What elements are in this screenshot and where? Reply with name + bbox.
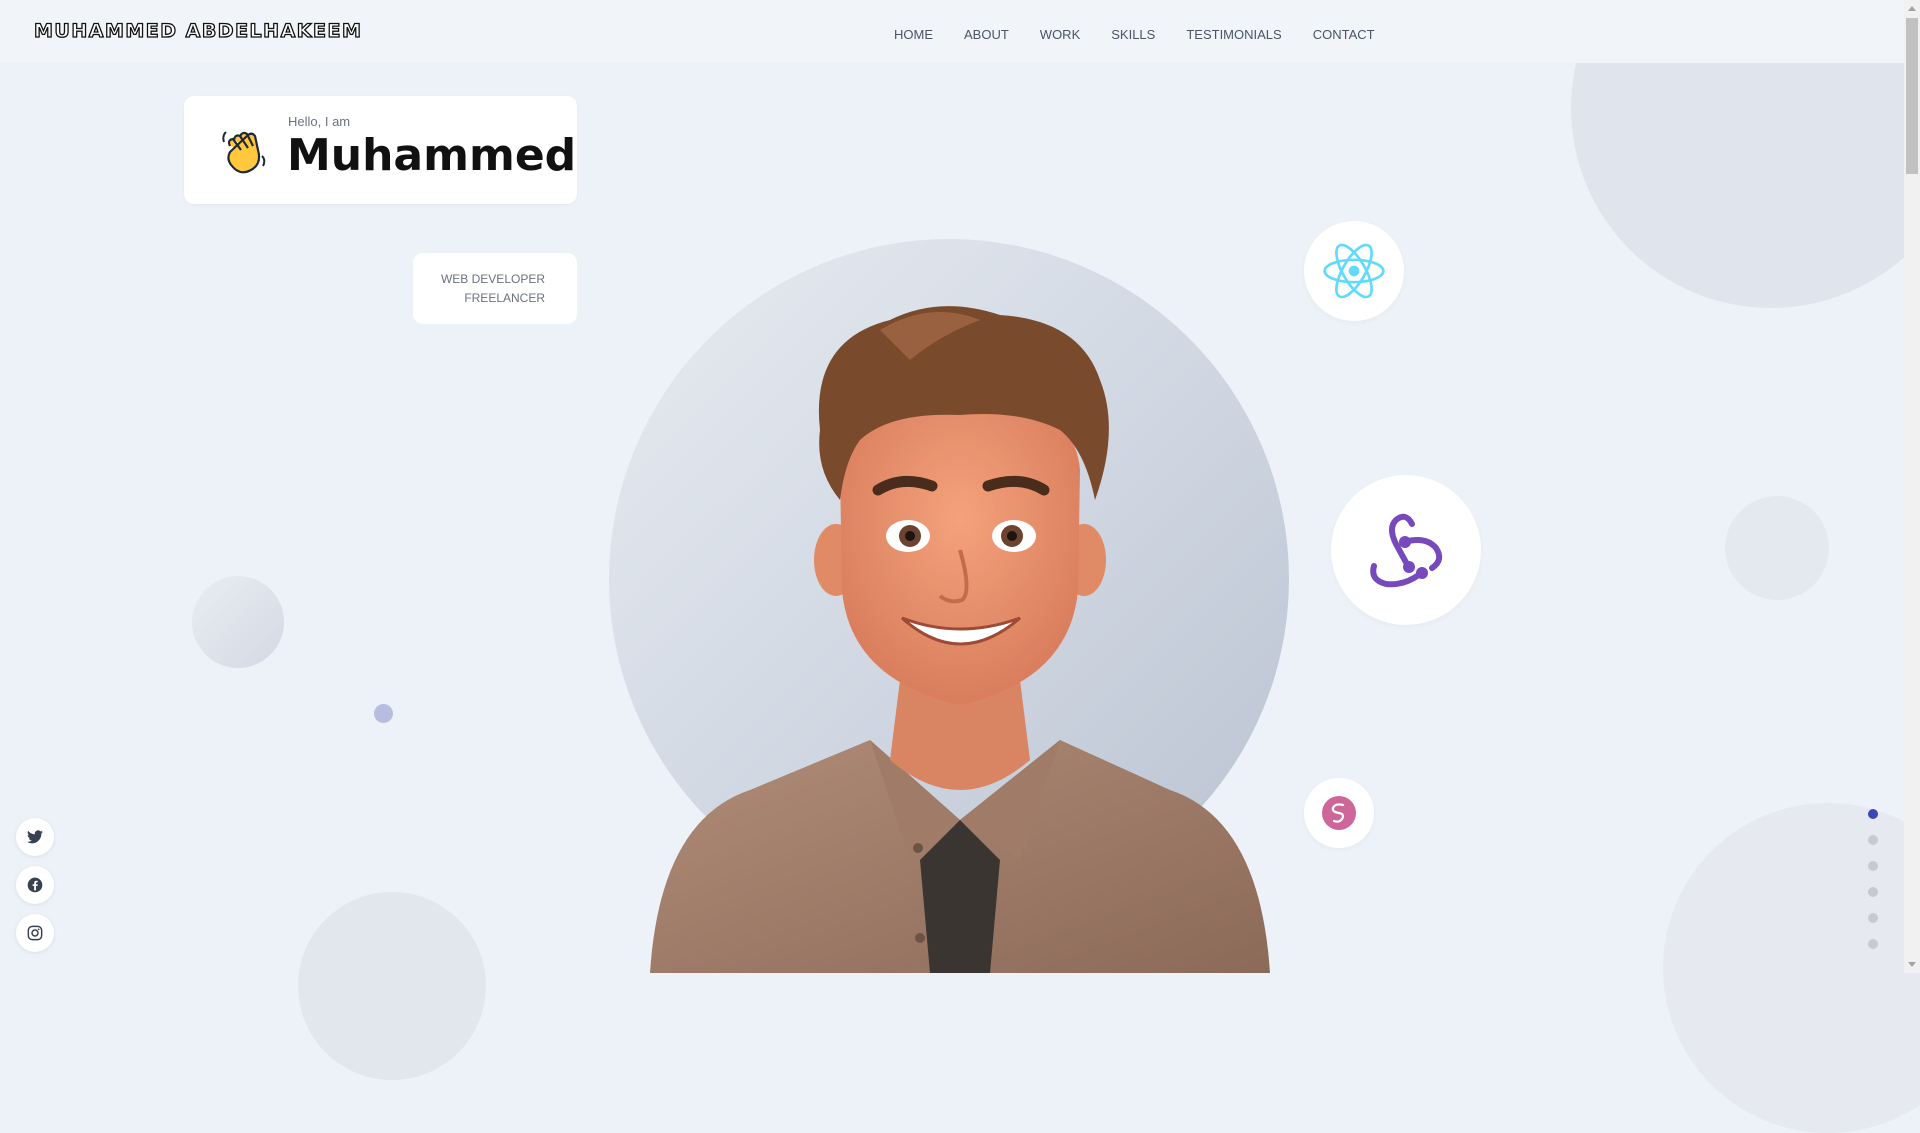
nav-links: HOME ABOUT WORK SKILLS TESTIMONIALS CONT… xyxy=(894,27,1406,42)
facebook-icon xyxy=(27,877,43,893)
greeting-text: Hello, I am xyxy=(288,114,351,129)
scrollbar-thumb[interactable] xyxy=(1906,18,1918,174)
twitter-button[interactable] xyxy=(16,818,54,856)
pager-dot[interactable] xyxy=(1868,835,1878,845)
greeting-card: Hello, I am Muhammed xyxy=(184,96,577,204)
section-pager xyxy=(1868,809,1878,965)
nav-link-skills[interactable]: SKILLS xyxy=(1111,27,1155,42)
decorative-circle xyxy=(1725,496,1829,600)
decorative-circle xyxy=(192,576,284,668)
role-card: WEB DEVELOPER FREELANCER xyxy=(413,253,577,324)
role-title: WEB DEVELOPER xyxy=(440,272,545,286)
redux-icon xyxy=(1331,475,1481,625)
nav-link-about[interactable]: ABOUT xyxy=(964,27,1009,42)
instagram-icon xyxy=(27,925,43,941)
site-logo[interactable]: MUHAMMED ABDELHAKEEM xyxy=(33,19,362,42)
twitter-icon xyxy=(27,830,43,844)
pager-dot[interactable] xyxy=(1868,913,1878,923)
pager-dot[interactable] xyxy=(1868,939,1878,949)
pager-dot[interactable] xyxy=(1868,887,1878,897)
nav-link-testimonials[interactable]: TESTIMONIALS xyxy=(1186,27,1281,42)
nav-link-contact[interactable]: CONTACT xyxy=(1313,27,1375,42)
hero-name: Muhammed xyxy=(287,130,577,181)
sass-icon xyxy=(1304,778,1374,848)
avatar xyxy=(650,306,1270,973)
waving-hand-icon xyxy=(222,131,266,174)
nav-link-home[interactable]: HOME xyxy=(894,27,933,42)
pager-dot[interactable] xyxy=(1868,861,1878,871)
decorative-dot xyxy=(374,704,393,723)
facebook-button[interactable] xyxy=(16,866,54,904)
scroll-up-arrow[interactable] xyxy=(1908,6,1916,11)
nav-link-work[interactable]: WORK xyxy=(1040,27,1080,42)
instagram-button[interactable] xyxy=(16,914,54,952)
scroll-down-arrow[interactable] xyxy=(1908,962,1916,967)
role-title: FREELANCER xyxy=(464,291,545,305)
decorative-circle xyxy=(298,892,486,1080)
navbar: MUHAMMED ABDELHAKEEM HOME ABOUT WORK SKI… xyxy=(0,0,1904,63)
react-icon xyxy=(1304,221,1404,321)
decorative-circle xyxy=(1663,803,1920,1133)
pager-dot[interactable] xyxy=(1868,809,1878,819)
